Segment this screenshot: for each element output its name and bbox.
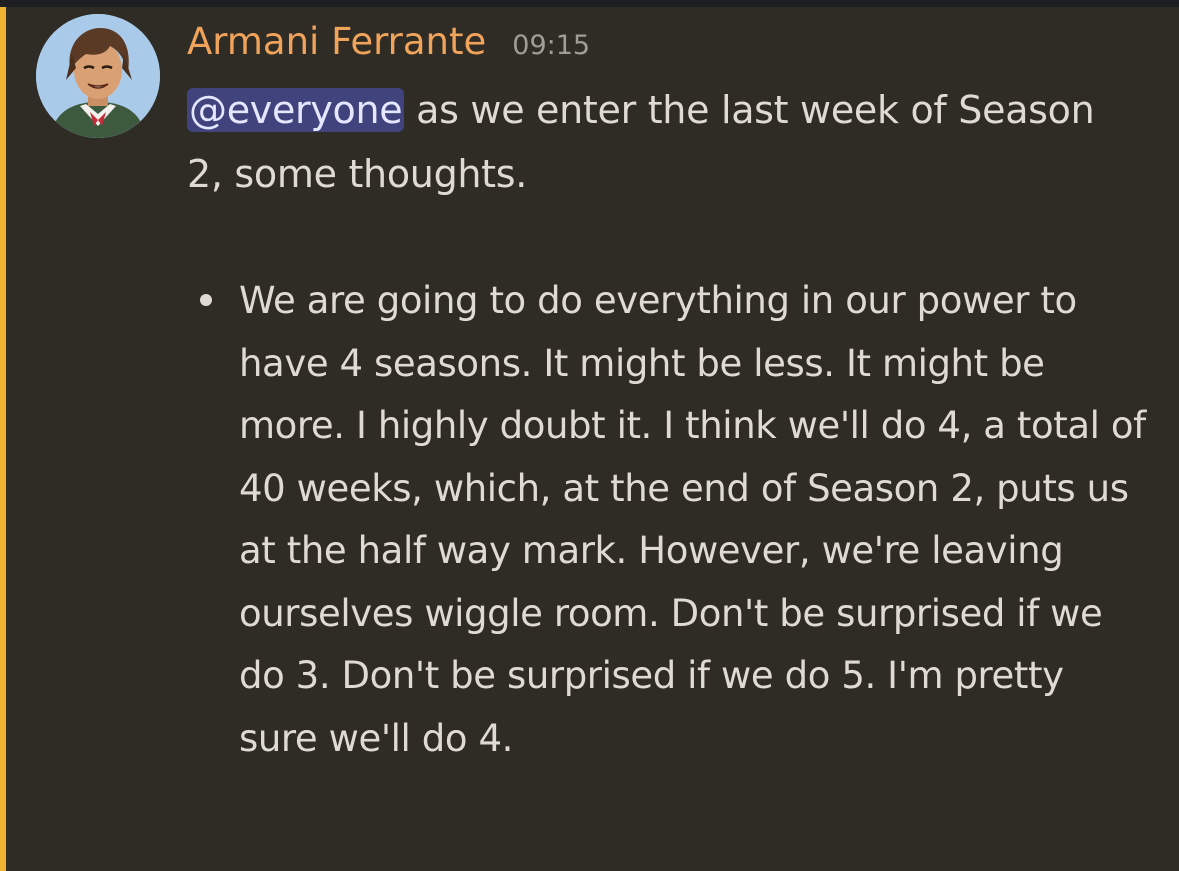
bullet-text: We are going to do everything in our pow… bbox=[239, 279, 1146, 760]
everyone-mention[interactable]: @everyone bbox=[187, 88, 405, 132]
top-window-edge bbox=[0, 0, 1179, 7]
author-name[interactable]: Armani Ferrante bbox=[187, 20, 486, 63]
message-timestamp[interactable]: 09:15 bbox=[512, 30, 590, 61]
list-item: We are going to do everything in our pow… bbox=[187, 270, 1147, 770]
message-header: Armani Ferrante 09:15 bbox=[187, 20, 590, 72]
author-avatar[interactable] bbox=[36, 14, 160, 138]
message-bullet-list: We are going to do everything in our pow… bbox=[187, 270, 1147, 770]
message-intro: @everyone as we enter the last week of S… bbox=[187, 78, 1127, 206]
bullet-dot-icon bbox=[200, 294, 212, 306]
portrait-avatar-icon bbox=[36, 14, 160, 138]
